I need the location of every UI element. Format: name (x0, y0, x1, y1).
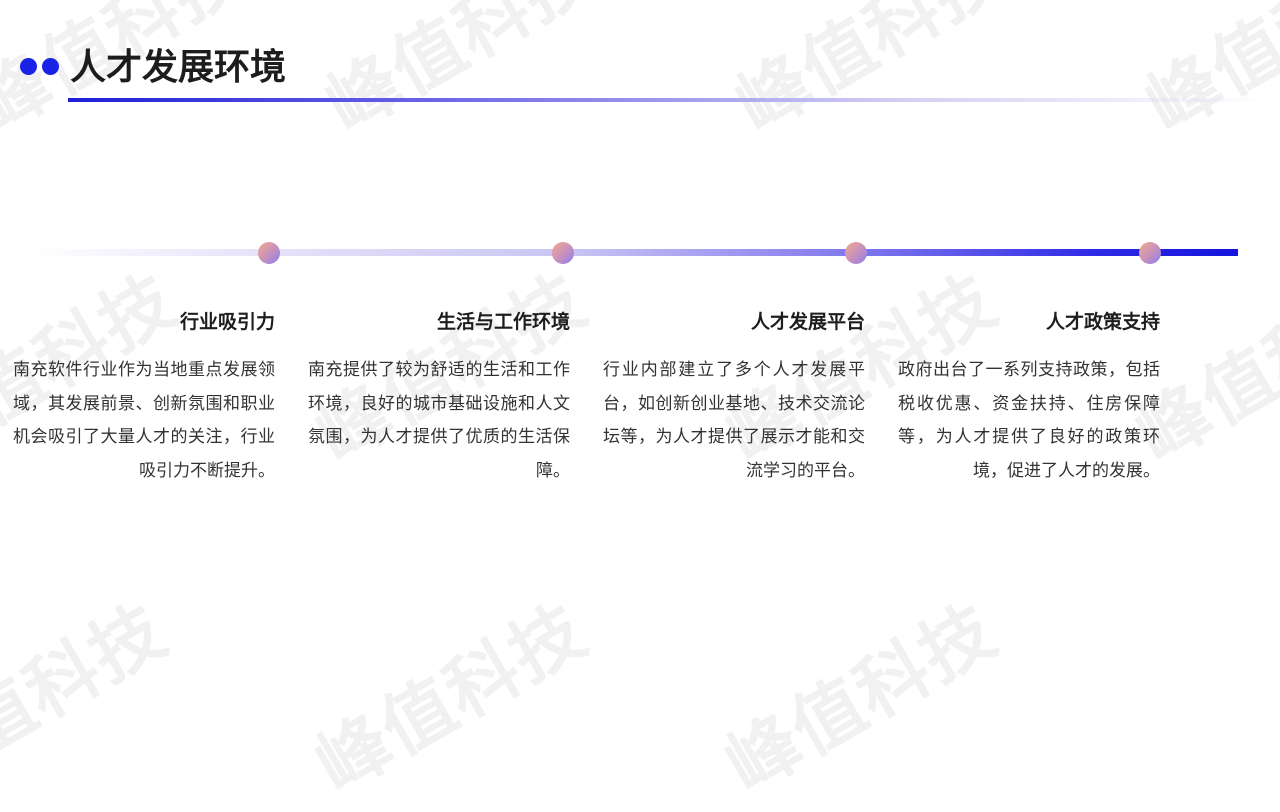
timeline-track (30, 249, 1238, 256)
timeline-node (552, 242, 574, 264)
page-title: 人才发展环境 (70, 47, 287, 88)
item-title: 生活与工作环境 (436, 311, 570, 333)
item-description: 南充软件行业作为当地重点发展领域，其发展前景、创新氛围和职业机会吸引了大量人才的… (13, 360, 275, 481)
timeline-item: 人才政策支持 政府出台了一系列支持政策，包括税收优惠、资金扶持、住房保障等，为人… (898, 308, 1160, 488)
item-title: 人才政策支持 (1045, 311, 1160, 333)
timeline-item: 生活与工作环境 南充提供了较为舒适的生活和工作环境，良好的城市基础设施和人文氛围… (308, 308, 570, 488)
item-title: 人才发展平台 (750, 311, 865, 333)
item-description: 政府出台了一系列支持政策，包括税收优惠、资金扶持、住房保障等，为人才提供了良好的… (898, 360, 1160, 481)
item-description: 行业内部建立了多个人才发展平台，如创新创业基地、技术交流论坛等，为人才提供了展示… (603, 360, 865, 481)
timeline-node (845, 242, 867, 264)
watermark: 峰值科技 (722, 0, 1021, 149)
timeline-node (258, 242, 280, 264)
title-bullet-icon (20, 58, 59, 75)
watermark: 峰值科技 (302, 587, 601, 809)
timeline-item: 行业吸引力 南充软件行业作为当地重点发展领域，其发展前景、创新氛围和职业机会吸引… (13, 308, 275, 488)
bullet-dot (42, 58, 59, 75)
item-title: 行业吸引力 (179, 311, 275, 333)
title-underline (68, 98, 1268, 102)
watermark: 峰值科技 (312, 0, 611, 149)
watermark: 峰值科技 (1132, 0, 1280, 149)
bullet-dot (20, 58, 37, 75)
item-description: 南充提供了较为舒适的生活和工作环境，良好的城市基础设施和人文氛围，为人才提供了优… (308, 360, 570, 481)
watermark: 峰值科技 (0, 587, 181, 809)
timeline-node (1139, 242, 1161, 264)
watermark: 峰值科技 (712, 587, 1011, 809)
timeline-item: 人才发展平台 行业内部建立了多个人才发展平台，如创新创业基地、技术交流论坛等，为… (603, 308, 865, 488)
